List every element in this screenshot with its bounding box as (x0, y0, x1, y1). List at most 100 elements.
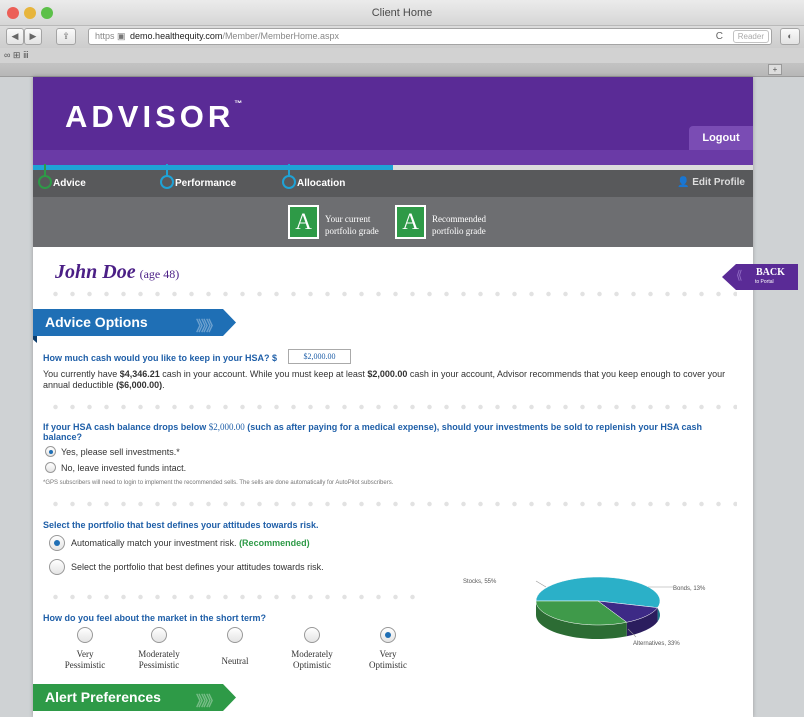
current-grade-badge: A (288, 205, 319, 239)
step-ring-icon (282, 175, 296, 189)
pie-top (535, 576, 661, 626)
current-grade-label: Your current portfolio grade (325, 213, 379, 237)
dotted-divider (47, 501, 737, 507)
downloads-icon[interactable]: ◐ (780, 28, 800, 45)
tab-strip: + (0, 63, 804, 77)
chevrons-icon: 》》》 (196, 318, 220, 334)
back-to-portal-button[interactable]: ⟪ BACK to Portal (722, 264, 798, 290)
sell-question-amount: $2,000.00 (208, 422, 245, 432)
sell-yes-radio[interactable] (45, 446, 56, 457)
forward-arrow-icon[interactable]: ▶ (24, 28, 42, 45)
reader-button[interactable]: Reader (732, 30, 769, 43)
mood-line1: Moderately (138, 649, 180, 659)
market-neutral-label: Neutral (204, 656, 266, 667)
window-title: Client Home (371, 7, 433, 19)
sell-footnote: *GPS subscribers will need to login to i… (43, 480, 394, 486)
mood-line2: Optimistic (293, 660, 331, 670)
recommended-grade-label: Recommended portfolio grade (432, 213, 486, 237)
tab-advice[interactable]: Advice (38, 164, 86, 189)
market-moderately-optimistic-radio[interactable] (304, 627, 320, 643)
allocation-pie-chart (535, 576, 673, 639)
url-scheme: https (95, 31, 115, 41)
member-name-text: John Doe (55, 261, 136, 283)
new-tab-button[interactable]: + (768, 64, 782, 75)
risk-recommended-badge: (Recommended) (239, 538, 310, 548)
risk-auto-text: Automatically match your investment risk… (71, 538, 240, 548)
mood-line2: Pessimistic (138, 660, 180, 670)
advisor-logo: ADVISOR™ (65, 99, 242, 135)
market-very-optimistic-radio[interactable] (380, 627, 396, 643)
bookmark-icons[interactable]: ∞ ⊞ ⅲ (4, 50, 29, 60)
share-icon[interactable]: ⇪ (56, 28, 76, 45)
window-titlebar: Client Home (0, 0, 804, 26)
advice-options-header: Advice Options 》》》 (33, 309, 236, 336)
cash-minimum-amount: $2,000.00 (367, 369, 408, 379)
header-band (33, 150, 753, 165)
current-grade-line2: portfolio grade (325, 226, 379, 236)
cash-explanation: You currently have $4,346.21 cash in you… (43, 369, 743, 391)
step-ring-icon (160, 175, 174, 189)
cash-current-amount: $4,346.21 (119, 369, 160, 379)
logo-text: ADVISOR (65, 99, 235, 134)
cash-amount-input[interactable]: $2,000.00 (288, 349, 351, 364)
cash-question: How much cash would you like to keep in … (43, 353, 278, 363)
sell-no-radio[interactable] (45, 462, 56, 473)
pie-leader-stocks (535, 580, 547, 588)
url-host: demo.healthequity.com (130, 31, 223, 41)
advice-options-title: Advice Options (45, 314, 148, 330)
sell-question: If your HSA cash balance drops below $2,… (43, 422, 743, 442)
current-grade-line1: Your current (325, 214, 371, 224)
mood-line1: Very (379, 649, 397, 659)
risk-manual-label: Select the portfolio that best defines y… (71, 562, 324, 572)
tab-allocation-label: Allocation (297, 178, 346, 189)
risk-question: Select the portfolio that best defines y… (43, 520, 319, 530)
market-very-pessimistic-label: Very Pessimistic (54, 649, 116, 671)
risk-auto-label: Automatically match your investment risk… (71, 538, 310, 548)
mood-line1: Moderately (291, 649, 333, 659)
member-name: John Doe (age 48) (55, 261, 179, 284)
market-moderately-optimistic-label: Moderately Optimistic (281, 649, 343, 671)
chevrons-icon: 》》》 (196, 693, 220, 709)
nav-tabs: Advice Performance Allocation 👤 Edit Pro… (33, 164, 753, 197)
back-arrow-icon[interactable]: ◀ (6, 28, 24, 45)
dotted-divider (47, 404, 737, 410)
portfolio-grade-bar: A Your current portfolio grade A Recomme… (33, 197, 753, 247)
dotted-divider (47, 291, 737, 297)
recommended-grade-badge: A (395, 205, 426, 239)
lock-icon: ▣ (117, 31, 129, 41)
reload-icon[interactable]: C (716, 29, 723, 44)
mood-line2: Optimistic (369, 660, 407, 670)
address-bar[interactable]: https ▣ demo.healthequity.com/Member/Mem… (88, 28, 772, 45)
url-path: /Member/MemberHome.aspx (222, 31, 339, 41)
tab-advice-label: Advice (53, 178, 86, 189)
member-age: (age 48) (139, 267, 180, 281)
pie-label-stocks: Stocks, 55% (463, 579, 497, 585)
mood-line2: Pessimistic (64, 660, 106, 670)
sell-question-text-a: If your HSA cash balance drops below (43, 422, 209, 432)
ribbon-fold (33, 336, 37, 343)
recommended-grade-line2: portfolio grade (432, 226, 486, 236)
market-question: How do you feel about the market in the … (43, 613, 267, 623)
recommended-grade-line1: Recommended (432, 214, 486, 224)
back-label: BACK (756, 267, 785, 278)
bookmarks-bar: ∞ ⊞ ⅲ (0, 48, 804, 63)
market-moderately-pessimistic-label: Moderately Pessimistic (128, 649, 190, 671)
market-neutral-radio[interactable] (227, 627, 243, 643)
cash-text-1: You currently have (43, 369, 120, 379)
risk-manual-radio[interactable] (49, 559, 65, 575)
edit-profile-link[interactable]: 👤 Edit Profile (677, 177, 745, 188)
tab-allocation[interactable]: Allocation (282, 164, 346, 189)
alert-preferences-header: Alert Preferences 》》》 (33, 684, 236, 711)
logout-button[interactable]: Logout (689, 126, 753, 150)
market-very-pessimistic-radio[interactable] (77, 627, 93, 643)
site-header: ADVISOR™ Logout (33, 77, 753, 165)
cash-deductible-amount: ($6,000.00) (116, 380, 163, 390)
page-content: ADVISOR™ Logout Advice Performance Alloc… (33, 77, 753, 717)
sell-no-label: No, leave invested funds intact. (61, 463, 187, 473)
risk-auto-radio[interactable] (49, 535, 65, 551)
mood-line1: Very (76, 649, 94, 659)
market-moderately-pessimistic-radio[interactable] (151, 627, 167, 643)
mood-line1: Neutral (221, 656, 249, 666)
double-chevron-left-icon: ⟪ (736, 268, 743, 282)
tab-performance[interactable]: Performance (160, 164, 236, 189)
